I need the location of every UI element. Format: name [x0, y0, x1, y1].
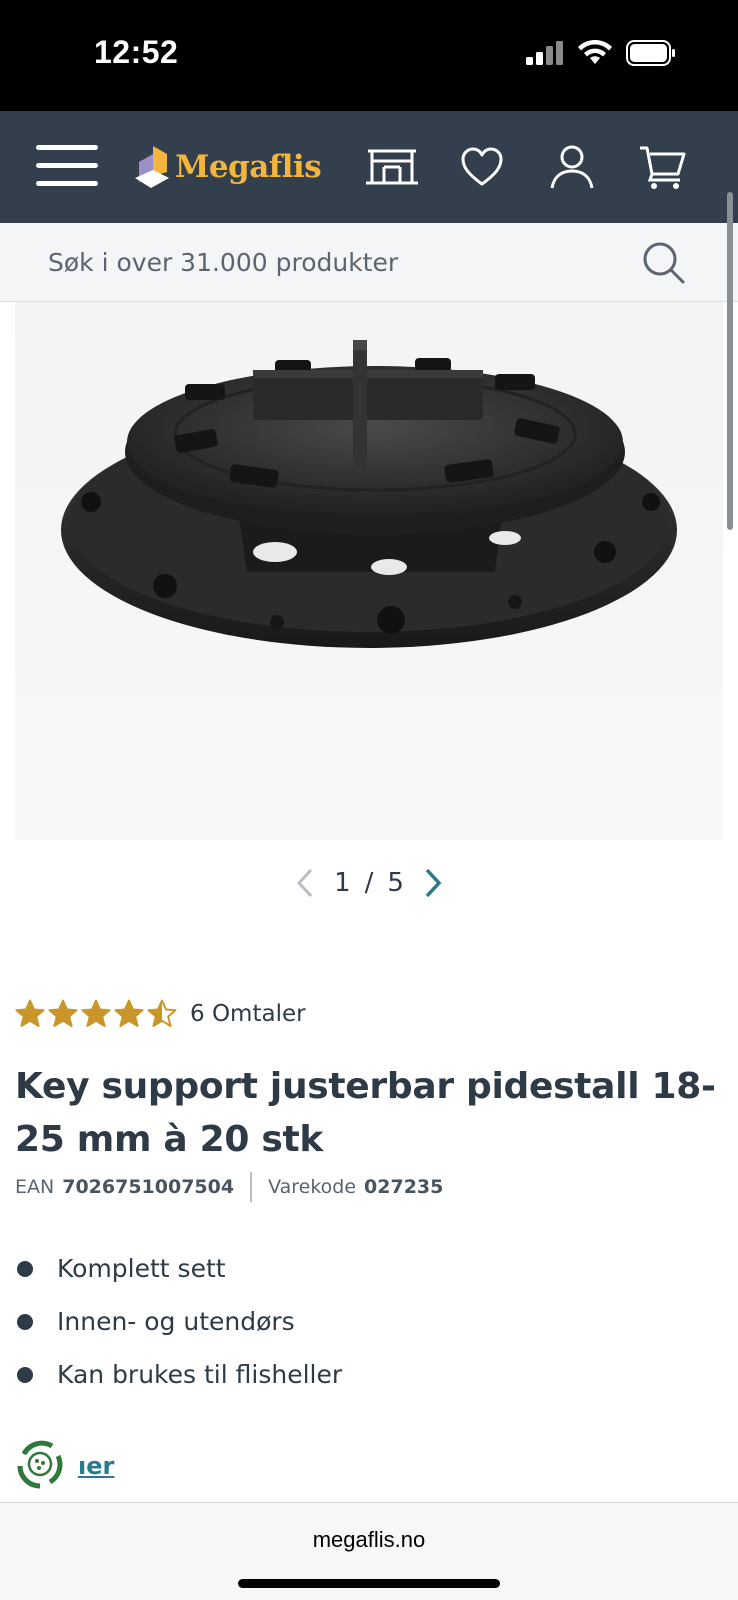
feature-item: Kan brukes til flisheller [17, 1348, 342, 1401]
rating[interactable]: 6 Omtaler [15, 996, 306, 1032]
store-button[interactable] [362, 137, 422, 197]
menu-button[interactable] [36, 143, 100, 191]
wishlist-button[interactable] [452, 137, 512, 197]
status-icons [526, 40, 676, 66]
current-image: 1 [334, 868, 351, 898]
bullet-icon [17, 1313, 33, 1330]
store-icon [366, 149, 418, 185]
search-input[interactable] [48, 241, 608, 283]
eco-badge-icon[interactable] [12, 1436, 68, 1492]
review-count[interactable]: 6 Omtaler [190, 1001, 306, 1027]
address-text[interactable]: megaflis.no [0, 1527, 738, 1553]
browser-address-bar: megaflis.no [0, 1502, 738, 1600]
feature-list: Komplett sett Innen- og utendørs Kan bru… [17, 1242, 342, 1401]
sku-label: Varekode [268, 1176, 357, 1198]
search-bar [0, 223, 738, 302]
ean-label: EAN [15, 1176, 55, 1198]
more-link[interactable]: ıer [78, 1452, 114, 1480]
home-indicator[interactable] [238, 1579, 500, 1588]
search-icon[interactable] [642, 241, 686, 285]
star-icon [81, 999, 111, 1027]
next-image-button[interactable] [418, 865, 448, 901]
pager-separator: / [364, 868, 374, 898]
feature-item: Komplett sett [17, 1242, 342, 1295]
ean-value: 7026751007504 [62, 1176, 235, 1198]
bullet-icon [17, 1260, 33, 1277]
status-time: 12:52 [94, 34, 179, 70]
product-title: Key support justerbar pidestall 18-25 mm… [15, 1066, 716, 1160]
scrollbar[interactable] [727, 192, 733, 530]
chevron-right-icon [425, 868, 442, 898]
star-icon [147, 999, 177, 1027]
app-header: Megaflis [0, 111, 738, 223]
status-bar: 12:52 [0, 0, 738, 111]
logo-mark-icon [135, 146, 169, 188]
star-icon [48, 999, 78, 1027]
logo-text: Megaflis [175, 149, 322, 185]
star-rating [15, 999, 177, 1029]
signal-icon [526, 41, 563, 65]
cart-button[interactable] [632, 137, 692, 197]
sku-value: 027235 [364, 1176, 444, 1198]
star-icon [15, 999, 45, 1027]
chevron-left-icon [297, 868, 313, 898]
codes-divider [250, 1172, 253, 1202]
account-button[interactable] [542, 137, 602, 197]
battery-icon [626, 40, 675, 66]
prev-image-button[interactable] [290, 865, 320, 901]
image-pager: 1 / 5 [0, 862, 738, 904]
star-icon [114, 999, 144, 1027]
bullet-icon [17, 1366, 33, 1383]
product-image[interactable] [15, 302, 723, 840]
wifi-icon [578, 40, 612, 64]
user-icon [550, 145, 594, 189]
pedestal-image [61, 340, 677, 648]
heart-icon [461, 147, 503, 186]
cart-icon [640, 146, 686, 189]
logo[interactable]: Megaflis [133, 139, 322, 195]
feature-item: Innen- og utendørs [17, 1295, 342, 1348]
total-images: 5 [387, 868, 404, 898]
product-codes: EAN 7026751007504 Varekode 027235 [15, 1170, 443, 1204]
